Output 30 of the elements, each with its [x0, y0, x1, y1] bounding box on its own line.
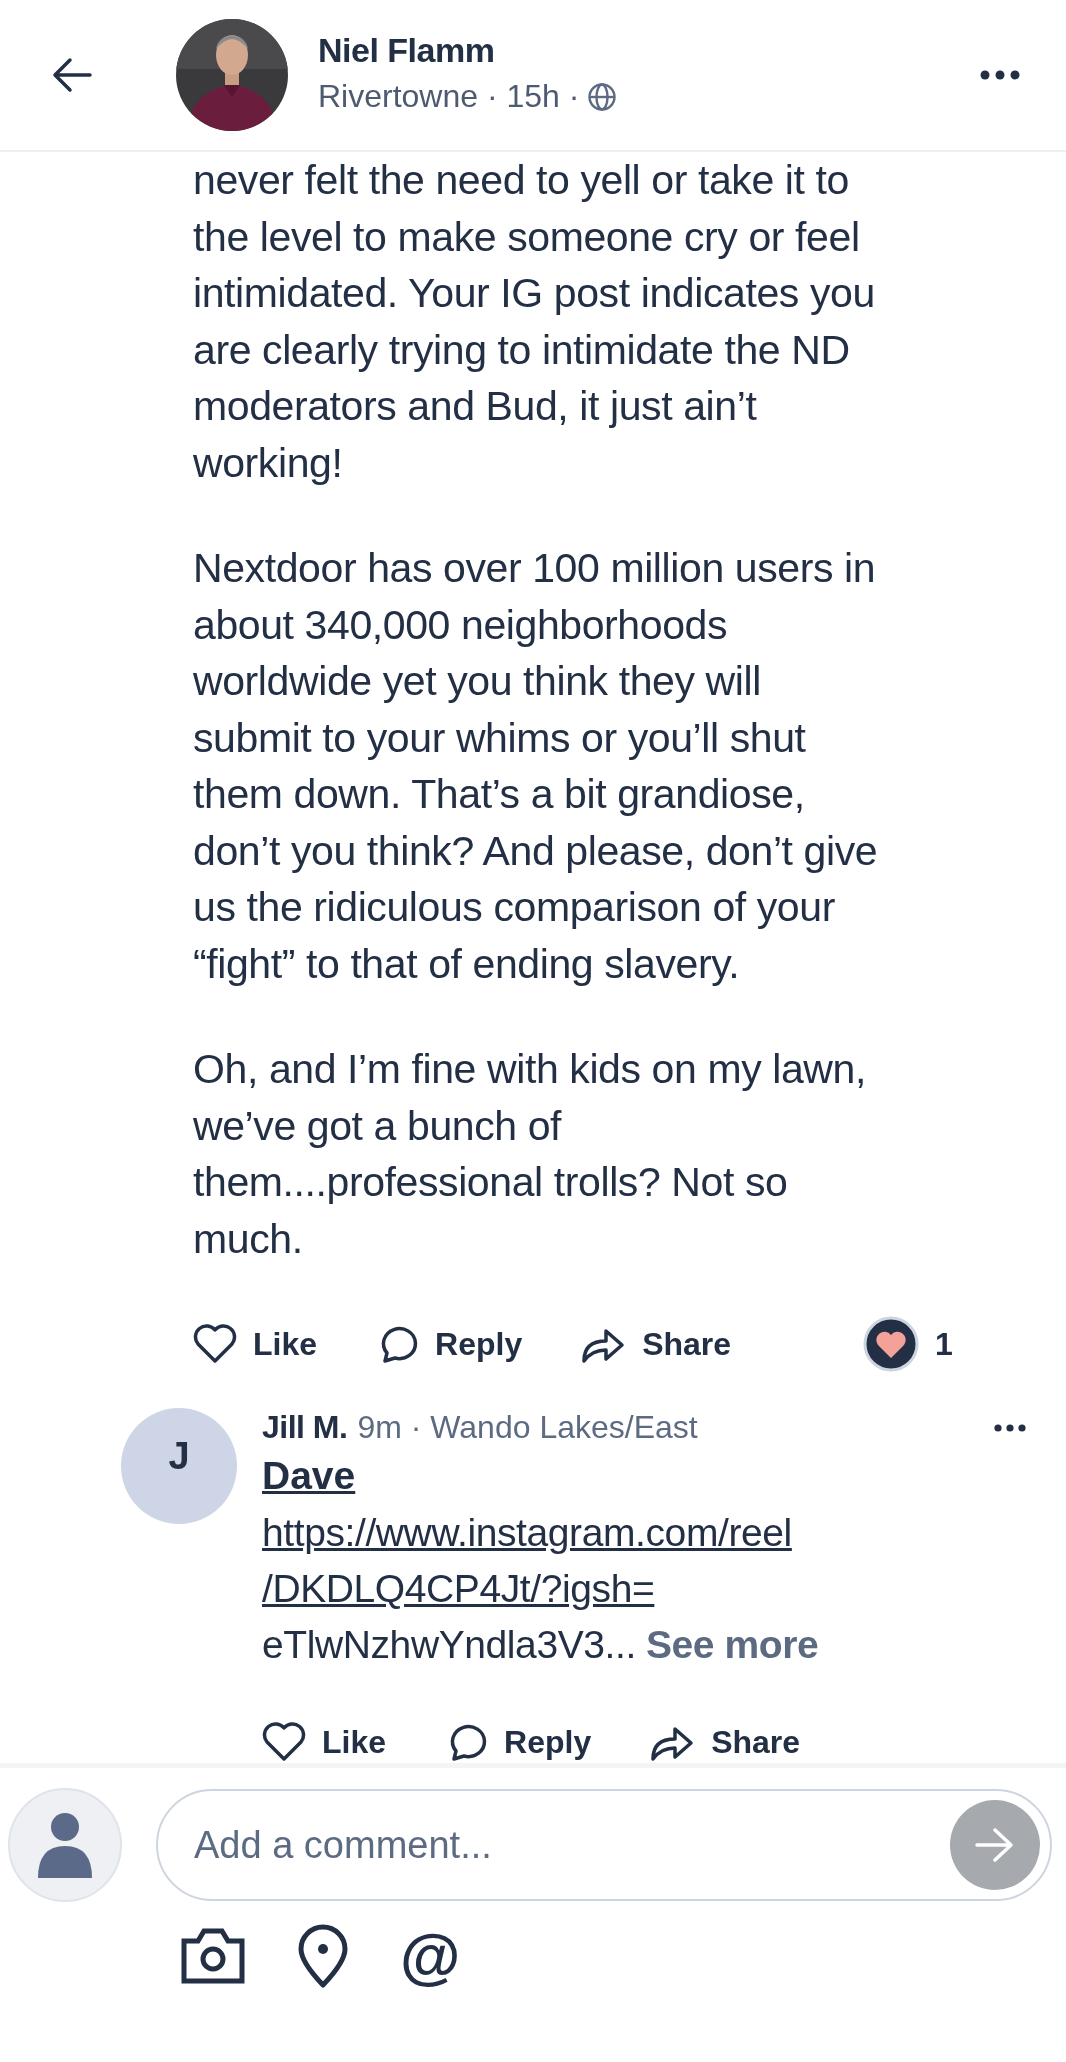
comment-box[interactable]: Add a comment...: [156, 1789, 1052, 1901]
heart-reaction-icon: [863, 1316, 920, 1372]
comment-meta: 9m · Wando Lakes/East: [357, 1409, 699, 1446]
reaction-count[interactable]: 1: [935, 1325, 953, 1363]
post-meta: Rivertowne · 15h ·: [318, 78, 580, 115]
post-paragraph: never felt the need to yell or take it to the level to make someone cry or feel intimidated. Your IG post indicates you are clearly trying to intimidate the ND moderators and Bud, it just ain’t working!: [193, 156, 876, 488]
reply-button[interactable]: Reply: [375, 1323, 523, 1365]
globe-icon: [587, 81, 618, 112]
more-options-icon: [994, 1423, 1026, 1432]
mention-link[interactable]: Dave: [262, 1447, 356, 1505]
like-button[interactable]: Like: [193, 1324, 318, 1364]
author-name[interactable]: Niel Flamm: [318, 31, 974, 70]
person-icon: [38, 1812, 92, 1878]
back-button[interactable]: [50, 57, 94, 93]
reply-button[interactable]: Reply: [444, 1721, 592, 1763]
share-button[interactable]: Share: [649, 1721, 801, 1763]
camera-icon[interactable]: [180, 1927, 246, 1985]
comment-excerpt: eTlwNzhwYndla3V3...: [262, 1622, 636, 1668]
heart-icon: [262, 1722, 306, 1762]
like-button[interactable]: Like: [262, 1722, 387, 1762]
more-options-icon: [980, 70, 1020, 80]
commenter-name[interactable]: Jill M.: [262, 1409, 348, 1446]
post-paragraph: Nextdoor has over 100 million users in about 340,000 neighborhoods worldwide yet you think they will submit to your whims or you’ll shut them down. That’s a bit grandiose, don’t you think? And please, don’t give us the ridiculous comparison of your “fight” to that of ending slavery.: [193, 544, 879, 989]
mention-button[interactable]: @: [400, 1924, 461, 1988]
heart-icon: [193, 1324, 237, 1364]
commenter-avatar[interactable]: J: [121, 1408, 237, 1524]
post-paragraph: Oh, and I’m fine with kids on my lawn, we’ve got a bunch of them....professional trolls? Not so much.: [193, 1045, 867, 1264]
location-pin-icon[interactable]: [296, 1924, 350, 1988]
share-button[interactable]: Share: [580, 1323, 732, 1365]
see-more-link[interactable]: See more: [645, 1617, 819, 1673]
